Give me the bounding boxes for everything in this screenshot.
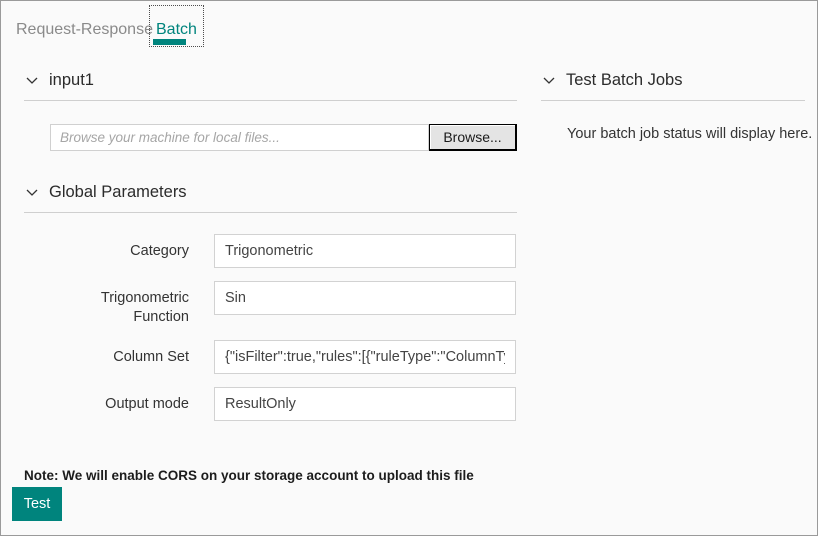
tab-request-response[interactable]: Request-Response [6, 5, 163, 47]
chevron-down-icon[interactable] [24, 184, 40, 200]
section-test-batch-jobs-title: Test Batch Jobs [566, 71, 683, 89]
param-input-trigonometric-function[interactable] [214, 281, 516, 315]
section-input1-header[interactable]: input1 [24, 67, 517, 93]
tab-active-indicator [153, 39, 186, 45]
batch-status-message: Your batch job status will display here. [567, 126, 813, 142]
app-window: Request-Response Batch input1 Browse... [0, 0, 818, 536]
param-row-column-set: Column Set [1, 340, 529, 374]
section-test-batch-jobs: Test Batch Jobs [541, 67, 805, 101]
cors-note: Note: We will enable CORS on your storag… [24, 468, 474, 483]
section-global-parameters-title: Global Parameters [49, 183, 187, 201]
param-label-column-set: Column Set [113, 349, 189, 365]
browse-button[interactable]: Browse... [429, 124, 517, 151]
section-global-parameters-header[interactable]: Global Parameters [24, 179, 517, 205]
param-input-column-set[interactable] [214, 340, 516, 374]
section-test-batch-jobs-header[interactable]: Test Batch Jobs [541, 67, 805, 93]
param-label-category: Category [130, 243, 189, 259]
chevron-down-icon[interactable] [24, 72, 40, 88]
left-panel: input1 Browse... Global Parameters [1, 49, 529, 535]
right-panel: Test Batch Jobs Your batch job status wi… [529, 49, 817, 535]
param-row-output-mode: Output mode [1, 387, 529, 421]
param-label-output-mode: Output mode [105, 396, 189, 412]
test-button[interactable]: Test [12, 487, 62, 521]
file-path-input[interactable] [50, 124, 429, 151]
section-divider [24, 212, 517, 213]
section-global-parameters: Global Parameters [24, 179, 517, 213]
param-input-output-mode[interactable] [214, 387, 516, 421]
section-divider [24, 100, 517, 101]
param-row-trigonometric-function: Trigonometric Function [1, 281, 529, 327]
section-input1: input1 [24, 67, 517, 101]
file-upload-row: Browse... [50, 124, 517, 151]
param-label-trigonometric-function: Trigonometric Function [100, 290, 189, 325]
chevron-down-icon[interactable] [541, 72, 557, 88]
section-divider [541, 100, 805, 101]
tab-strip: Request-Response Batch [1, 1, 817, 49]
global-parameters-form: Category Trigonometric Function Column S… [1, 234, 529, 434]
param-row-category: Category [1, 234, 529, 268]
section-input1-title: input1 [49, 71, 94, 89]
param-input-category[interactable] [214, 234, 516, 268]
